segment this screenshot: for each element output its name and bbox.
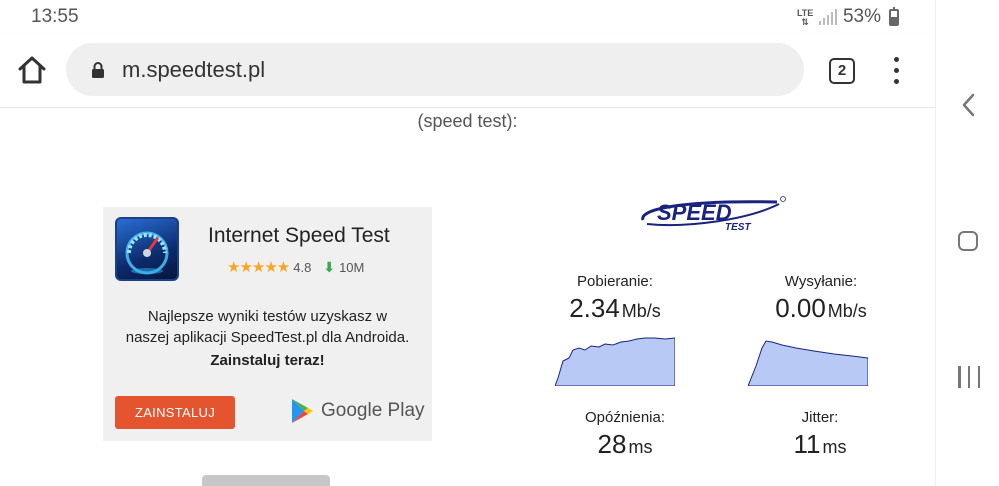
speedtest-logo: SPEED TEST (641, 196, 786, 232)
app-downloads: 10M (339, 259, 365, 275)
google-play-icon (292, 399, 313, 423)
grey-button-partial[interactable] (202, 475, 330, 486)
download-icon: ⬇ (323, 258, 336, 275)
ping-unit: ms (628, 437, 653, 457)
upload-unit: Mb/s (827, 301, 867, 321)
speedtest-caption: (speed test): (417, 111, 518, 131)
google-play-badge[interactable]: Google Play (290, 398, 425, 424)
battery-icon (889, 6, 899, 26)
app-description-line: Najlepsze wyniki testów uzyskasz w (147, 308, 388, 325)
more-vert-icon[interactable] (891, 57, 901, 85)
tab-switcher-button[interactable]: 2 (829, 58, 855, 84)
app-meta: ★★★★★ 4.8 ⬇ 10M (227, 258, 365, 277)
upload-value-row: 0.00 Mb/s (748, 293, 894, 324)
upload-value: 0.00 (775, 293, 826, 323)
nav-home-icon[interactable] (958, 231, 978, 251)
speedometer-icon (125, 231, 169, 275)
install-cta-text: Zainstaluj teraz! (210, 352, 325, 369)
download-label: Pobieranie: (577, 273, 653, 290)
back-icon[interactable] (959, 92, 977, 118)
app-description-line: naszej aplikacji SpeedTest.pl dla Androi… (125, 329, 410, 346)
app-description: Najlepsze wyniki testów uzyskasz w nasze… (113, 306, 422, 348)
install-button[interactable]: ZAINSTALUJ (115, 396, 235, 429)
app-promo-card[interactable]: Internet Speed Test ★★★★★ 4.8 ⬇ 10M Najl… (103, 207, 432, 441)
jitter-unit: ms (822, 437, 847, 457)
home-icon (18, 56, 46, 84)
download-value-row: 2.34 Mb/s (550, 293, 680, 324)
page-content: (speed test): Internet Speed Test ★★★★★ … (0, 108, 935, 486)
url-text: m.speedtest.pl (122, 57, 266, 82)
ping-value-row: 28 ms (560, 429, 690, 460)
browser-toolbar: m.speedtest.pl 2 (0, 34, 935, 108)
jitter-value-row: 11 ms (760, 429, 880, 460)
lte-icon: LTE ⇅ (797, 8, 813, 27)
download-metric: Pobieranie: 2.34 Mb/s (550, 273, 680, 324)
home-button[interactable] (16, 54, 48, 86)
download-graph (555, 337, 675, 386)
registered-mark-icon (780, 196, 786, 202)
data-arrows-icon: ⇅ (801, 16, 809, 27)
logo-text: SPEED (657, 200, 732, 225)
app-icon (115, 217, 179, 281)
status-time: 13:55 (31, 6, 79, 27)
lock-icon (92, 62, 104, 78)
logo-subtext: TEST (725, 222, 751, 232)
recents-icon[interactable] (958, 366, 980, 388)
download-unit: Mb/s (621, 301, 661, 321)
ping-metric: Opóźnienia: 28 ms (560, 409, 690, 460)
signal-icon (818, 9, 837, 25)
google-play-label: Google Play (321, 400, 425, 421)
upload-graph (748, 340, 868, 386)
status-bar: 13:55 LTE ⇅ 53% (0, 0, 935, 34)
system-nav-bar (935, 0, 999, 486)
status-indicators: LTE ⇅ 53% (797, 6, 899, 28)
app-title: Internet Speed Test (208, 224, 390, 247)
upload-metric: Wysyłanie: 0.00 Mb/s (748, 273, 894, 324)
jitter-value: 11 (793, 429, 821, 459)
address-bar[interactable]: m.speedtest.pl (66, 43, 804, 96)
jitter-label: Jitter: (801, 409, 839, 426)
rating-stars-icon: ★★★★★ (227, 259, 290, 276)
app-rating: 4.8 (293, 259, 312, 275)
ping-label: Opóźnienia: (584, 409, 666, 426)
upload-label: Wysyłanie: (784, 273, 858, 290)
ping-value: 28 (597, 429, 627, 459)
jitter-metric: Jitter: 11 ms (760, 409, 880, 460)
download-value: 2.34 (569, 293, 620, 323)
battery-percent: 53% (842, 6, 881, 27)
